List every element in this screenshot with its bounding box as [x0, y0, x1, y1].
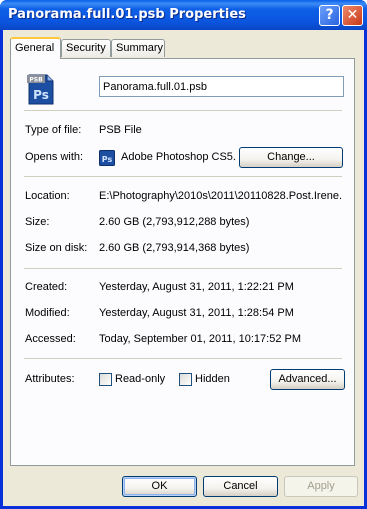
- size-value: 2.60 GB (2,793,912,288 bytes): [99, 216, 250, 228]
- app-icon-text: Ps: [102, 155, 113, 164]
- general-tab-panel: PSB Ps Type of file: PSB File Opens with…: [10, 58, 355, 466]
- dialog-client-area: General Security Summary PSB Ps Type of …: [3, 30, 364, 506]
- accessed-label: Accessed:: [25, 333, 76, 345]
- accessed-value: Today, September 01, 2011, 10:17:52 PM: [99, 333, 302, 345]
- read-only-label[interactable]: Read-only: [115, 373, 165, 385]
- created-label: Created:: [25, 281, 68, 293]
- modified-value: Yesterday, August 31, 2011, 1:28:54 PM: [99, 307, 294, 319]
- icon-tag-text: PSB: [29, 77, 43, 84]
- tab-summary[interactable]: Summary: [111, 39, 165, 57]
- filename-field[interactable]: [99, 76, 344, 97]
- size-label: Size:: [25, 216, 50, 228]
- cancel-button[interactable]: Cancel: [203, 476, 278, 497]
- tab-general[interactable]: General: [10, 37, 61, 59]
- location-label: Location:: [25, 190, 70, 202]
- change-button[interactable]: Change...: [239, 147, 343, 168]
- photoshop-icon: Ps: [99, 150, 115, 166]
- read-only-checkbox[interactable]: [99, 373, 112, 386]
- type-of-file-label: Type of file:: [25, 124, 82, 136]
- photoshop-file-icon: PSB Ps: [27, 74, 54, 105]
- icon-ps-text: Ps: [33, 88, 49, 102]
- opens-with-label: Opens with:: [25, 151, 84, 163]
- close-button[interactable]: ✕: [342, 5, 363, 26]
- help-button[interactable]: ?: [319, 5, 340, 26]
- hidden-label[interactable]: Hidden: [195, 373, 230, 385]
- properties-window: Panorama.full.01.psb Properties ? ✕ Gene…: [0, 0, 367, 509]
- created-value: Yesterday, August 31, 2011, 1:22:21 PM: [99, 281, 294, 293]
- separator: [24, 110, 342, 111]
- modified-label: Modified:: [25, 307, 70, 319]
- title-bar[interactable]: Panorama.full.01.psb Properties ? ✕: [0, 0, 367, 30]
- separator: [24, 268, 342, 269]
- tab-security[interactable]: Security: [61, 39, 111, 57]
- size-on-disk-value: 2.60 GB (2,793,914,368 bytes): [99, 242, 250, 254]
- opens-with-value: Adobe Photoshop CS5.: [121, 151, 236, 163]
- type-of-file-value: PSB File: [99, 124, 142, 136]
- separator: [24, 358, 342, 359]
- hidden-checkbox[interactable]: [179, 373, 192, 386]
- attributes-label: Attributes:: [25, 373, 75, 385]
- ok-button[interactable]: OK: [122, 476, 197, 497]
- location-value: E:\Photography\2010s\2011\20110828.Post.…: [99, 190, 342, 202]
- window-title: Panorama.full.01.psb Properties: [8, 7, 246, 22]
- advanced-button[interactable]: Advanced...: [270, 369, 345, 390]
- apply-button[interactable]: Apply: [284, 476, 358, 497]
- size-on-disk-label: Size on disk:: [25, 242, 88, 254]
- separator: [24, 176, 342, 177]
